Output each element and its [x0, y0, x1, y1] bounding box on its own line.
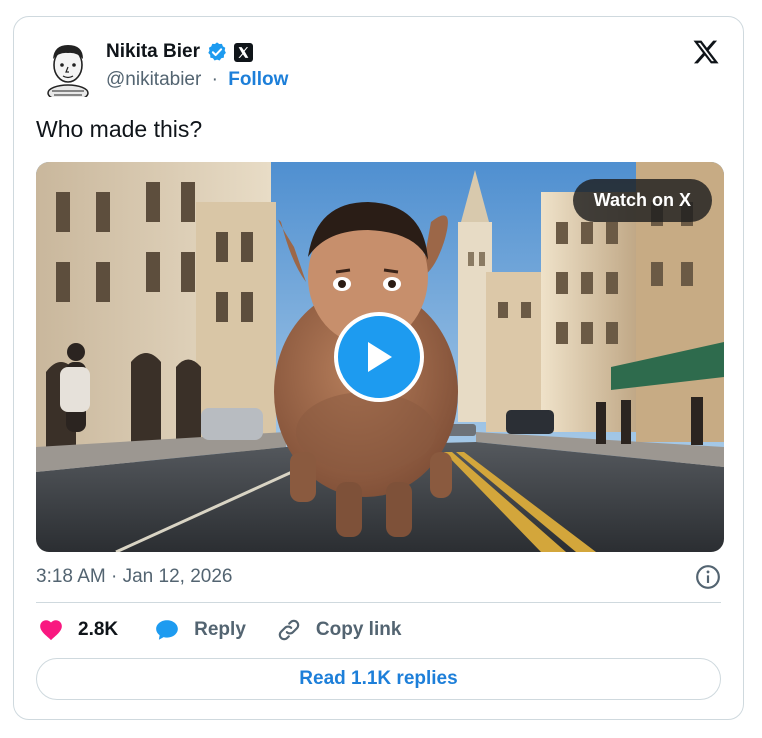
like-count: 2.8K	[78, 619, 119, 640]
heart-icon	[40, 620, 62, 641]
watch-on-x-button[interactable]: Watch on X	[572, 179, 712, 222]
read-replies-button[interactable]: Read 1.1K replies	[36, 658, 721, 700]
video-media[interactable]: Watch on X	[36, 162, 724, 552]
divider	[36, 602, 721, 603]
play-icon	[368, 342, 392, 372]
tweet-timestamp[interactable]: 3:18 AM · Jan 12, 2026	[36, 566, 232, 588]
cartoon-avatar-icon	[47, 45, 89, 102]
info-icon[interactable]	[695, 564, 721, 590]
handle-separator: ·	[211, 69, 218, 90]
author-name[interactable]: Nikita Bier	[106, 41, 200, 63]
tweet-text: Who made this?	[36, 116, 203, 142]
reply-label: Reply	[194, 619, 246, 640]
x-logo-icon[interactable]	[691, 38, 721, 66]
verified-badge-icon	[208, 42, 226, 61]
reply-button[interactable]: Reply	[154, 617, 246, 643]
copy-link-label: Copy link	[315, 619, 402, 640]
x-affiliate-badge-icon	[233, 42, 253, 62]
tweet-embed-card: Nikita Bier @nikitabier · Follow Who mad…	[13, 16, 744, 720]
avatar[interactable]	[42, 39, 94, 102]
like-button[interactable]: 2.8K	[38, 617, 118, 643]
speech-bubble-icon	[156, 620, 178, 640]
link-icon	[278, 619, 300, 641]
author-name-row: Nikita Bier	[106, 41, 253, 63]
copy-link-button[interactable]: Copy link	[276, 617, 402, 643]
follow-button[interactable]: Follow	[228, 69, 288, 90]
author-handle[interactable]: @nikitabier	[106, 69, 201, 90]
author-handle-row: @nikitabier · Follow	[106, 69, 288, 91]
play-button[interactable]	[334, 312, 424, 402]
action-bar: 2.8K Reply Copy link	[38, 617, 401, 643]
